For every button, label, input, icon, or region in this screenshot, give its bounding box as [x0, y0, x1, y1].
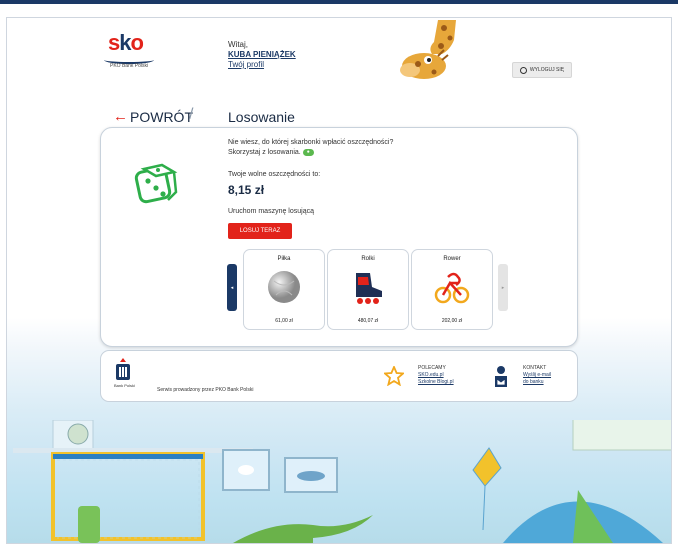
star-icon [384, 366, 404, 386]
draw-hint-line1: Nie wiesz, do której skarbonki wpłacić o… [228, 139, 394, 146]
product-price: 202,00 zł [441, 318, 463, 324]
recommend-block: POLECAMY SKO.edu.pl Szkolne Blogi.pl [418, 365, 454, 386]
contact-block: KONTAKT Wyślij e-mail do banku [523, 365, 551, 386]
arrow-left-icon: ← [113, 108, 128, 125]
draw-now-button[interactable]: LOSUJ TERAZ [228, 223, 292, 239]
logo-subtitle: PKO Bank Polski [110, 63, 149, 69]
product-card-ball[interactable]: Piłka 61,00 zł [243, 249, 325, 330]
free-savings-amount: 8,15 zł [228, 183, 265, 197]
product-name: Piłka [277, 256, 291, 262]
giraffe-mascot-icon [400, 20, 456, 79]
back-link[interactable]: ← POWRÓT [113, 108, 193, 125]
product-card-rollerblades[interactable]: Rolki 480,07 zł [327, 249, 409, 330]
pko-piggy-icon [116, 358, 130, 380]
product-price: 61,00 zł [275, 318, 293, 324]
draw-hint: Nie wiesz, do której skarbonki wpłacić o… [228, 138, 393, 158]
product-name: Rolki [361, 256, 375, 262]
dice-icon [134, 163, 178, 204]
service-text: Serwis prowadzony przez PKO Bank Polski [157, 387, 254, 393]
recommend-title: POLECAMY [418, 365, 446, 371]
free-savings-label: Twoje wolne oszczędności to: [228, 171, 321, 178]
power-icon [519, 66, 527, 74]
product-card-bike[interactable]: Rower 202,00 zł [411, 249, 493, 330]
recommend-link-sko[interactable]: SKO.edu.pl [418, 372, 454, 379]
sko-logo[interactable]: sko PKO Bank Polski [98, 30, 168, 72]
playroom-illustration [13, 420, 671, 543]
ball-icon [268, 271, 300, 303]
contact-email-link[interactable]: Wyślij e-mail [523, 372, 551, 379]
profile-link[interactable]: Twój profil [228, 60, 296, 70]
logout-button[interactable]: WYLOGUJ SIĘ [512, 62, 572, 78]
pko-logo-label: Bank Polski [114, 383, 135, 388]
logout-label: WYLOGUJ SIĘ [529, 67, 565, 73]
top-bar [0, 0, 678, 4]
back-label: POWRÓT [130, 108, 193, 125]
user-name-link[interactable]: KUBA PIENIĄŻEK [228, 50, 296, 60]
breadcrumb-separator: / [189, 106, 194, 123]
product-price: 480,07 zł [357, 318, 379, 324]
pko-logo[interactable]: Bank Polski [114, 358, 135, 388]
rollerblades-icon [356, 273, 382, 304]
bike-icon [434, 272, 470, 304]
machine-label: Uruchom maszynę losującą [228, 208, 314, 215]
recommend-link-blogs[interactable]: Szkolne Blogi.pl [418, 379, 454, 386]
draw-hint-line2: Skorzystaj z losowania. [228, 149, 301, 156]
greeting: Witaj, [228, 40, 248, 49]
product-name: Rower [443, 256, 461, 262]
carousel-next-button[interactable]: ▸ [498, 264, 508, 311]
contact-person-icon [495, 366, 507, 387]
welcome-block: Witaj, KUBA PIENIĄŻEK Twój profil [228, 40, 296, 70]
page-title: Losowanie [228, 109, 295, 125]
contact-title: KONTAKT [523, 365, 547, 371]
info-badge-icon[interactable]: ● [302, 148, 314, 156]
carousel-prev-button[interactable]: ◂ [227, 264, 237, 311]
logo-text: sko [108, 30, 144, 55]
contact-bank-link[interactable]: do banku [523, 379, 551, 386]
